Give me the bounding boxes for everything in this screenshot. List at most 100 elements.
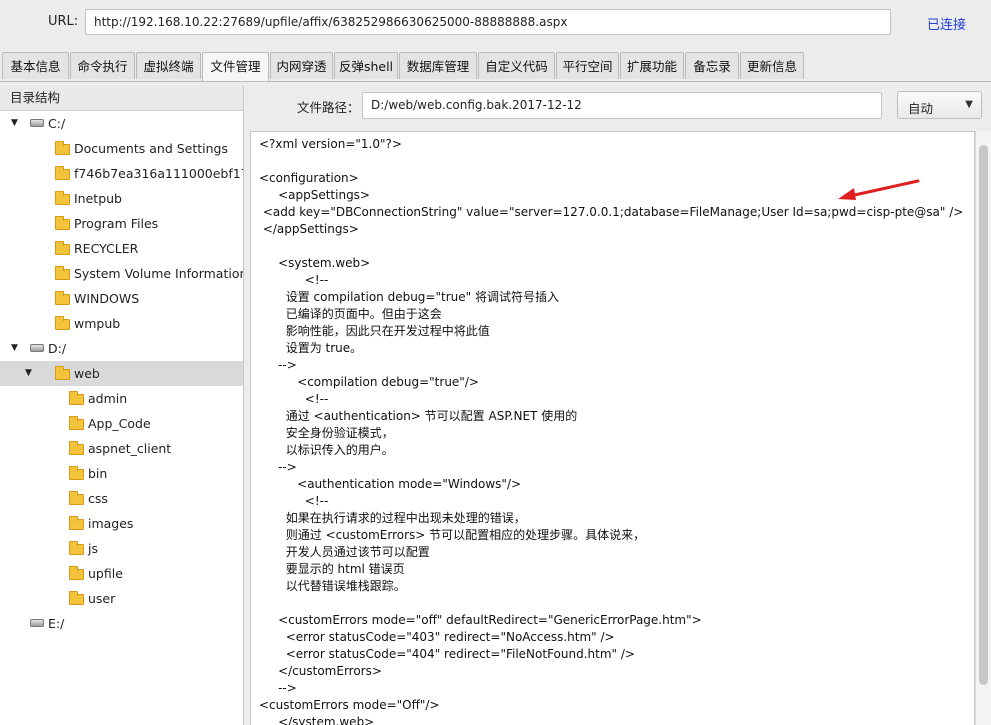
folder-icon	[55, 266, 70, 280]
code-line: 要显示的 html 错误页	[259, 562, 405, 576]
tree-item[interactable]: WINDOWS	[0, 286, 243, 311]
tab-item[interactable]: 文件管理	[202, 52, 269, 81]
folder-icon	[69, 416, 84, 430]
tree-item[interactable]: admin	[0, 386, 243, 411]
code-line: </appSettings>	[259, 222, 359, 236]
code-line: <?xml version="1.0"?>	[259, 137, 402, 151]
tree-item[interactable]: RECYCLER	[0, 236, 243, 261]
tree-item[interactable]: Documents and Settings	[0, 136, 243, 161]
tree-item[interactable]: js	[0, 536, 243, 561]
tree-item-label: f746b7ea316a111000ebf17b1f07	[74, 166, 243, 181]
code-line: 如果在执行请求的过程中出现未处理的错误，	[259, 511, 526, 525]
code-line: -->	[259, 358, 297, 372]
tree-item-label: WINDOWS	[74, 291, 140, 306]
scrollbar-thumb[interactable]	[979, 145, 988, 685]
code-line: 设置为 true。	[259, 341, 363, 355]
tree-item-label: App_Code	[88, 416, 151, 431]
tree-item-label: RECYCLER	[74, 241, 139, 256]
tab-bar: 基本信息 命令执行 虚拟终端 文件管理 内网穿透 反弹shell 数据库管理 自定义代码 平行空…	[0, 52, 991, 82]
tab-item[interactable]: 自定义代码	[478, 52, 555, 79]
folder-icon	[55, 316, 70, 330]
folder-icon	[55, 141, 70, 155]
code-line: </customErrors>	[259, 664, 382, 678]
tab-item[interactable]: 扩展功能	[620, 52, 684, 79]
folder-icon	[69, 466, 84, 480]
tree-item[interactable]: Inetpub	[0, 186, 243, 211]
tab-item[interactable]: 命令执行	[70, 52, 135, 79]
tree-item[interactable]: css	[0, 486, 243, 511]
tab-item[interactable]: 数据库管理	[399, 52, 477, 79]
folder-icon	[69, 566, 84, 580]
encoding-select[interactable]: 自动 ▼	[897, 91, 982, 119]
tree-item[interactable]: ▼ web	[0, 361, 243, 386]
drive-icon	[30, 619, 44, 627]
code-line: -->	[259, 460, 297, 474]
tab-item[interactable]: 基本信息	[2, 52, 69, 79]
tree-item-label: web	[74, 366, 100, 381]
code-line: 通过 <authentication> 节可以配置 ASP.NET 使用的	[259, 409, 578, 423]
folder-icon	[69, 491, 84, 505]
directory-tree: ▼ C:/ Documents and Settings f746b7ea316a11…	[0, 111, 243, 636]
code-line: <system.web>	[259, 256, 371, 270]
tree-item-label: bin	[88, 466, 108, 481]
code-line: 安全身份验证模式，	[259, 426, 394, 440]
tab-item[interactable]: 平行空间	[556, 52, 619, 79]
file-path-input[interactable]	[362, 92, 882, 119]
tree-item[interactable]: ▼ D:/	[0, 336, 243, 361]
tree-item[interactable]: images	[0, 511, 243, 536]
folder-icon	[69, 516, 84, 530]
code-line: 影响性能，因此只在开发过程中将此值	[259, 324, 490, 338]
encoding-value: 自动	[908, 101, 934, 116]
code-line: <!--	[259, 392, 329, 406]
tree-item[interactable]: E:/	[0, 611, 243, 636]
code-line: <customErrors mode="off" defaultRedirect…	[259, 613, 702, 627]
code-line: <customErrors mode="Off"/>	[259, 698, 440, 712]
code-line: 则通过 <customErrors> 节可以配置相应的处理步骤。具体说来，	[259, 528, 646, 542]
tree-item-label: upfile	[88, 566, 123, 581]
tab-item[interactable]: 虚拟终端	[136, 52, 201, 79]
expand-arrow-icon[interactable]: ▼	[25, 361, 32, 386]
tab-item[interactable]: 备忘录	[685, 52, 739, 79]
tab-item[interactable]: 反弹shell	[334, 52, 398, 79]
editor-scrollbar[interactable]	[975, 131, 991, 725]
tree-item[interactable]: user	[0, 586, 243, 611]
tree-item-label: System Volume Information	[74, 266, 244, 281]
drive-icon	[30, 119, 44, 127]
folder-icon	[55, 191, 70, 205]
connection-status: 已连接	[927, 18, 967, 33]
tree-item[interactable]: upfile	[0, 561, 243, 586]
tab-item[interactable]: 更新信息	[740, 52, 804, 79]
tree-item-label: js	[88, 541, 98, 556]
code-line: <compilation debug="true"/>	[259, 375, 479, 389]
code-line: <!--	[259, 494, 329, 508]
tree-item[interactable]: ▼ C:/	[0, 111, 243, 136]
tree-item[interactable]: bin	[0, 461, 243, 486]
code-line: 已编译的页面中。但由于这会	[259, 307, 442, 321]
code-line: <error statusCode="404" redirect="FileNo…	[259, 647, 635, 661]
code-line: <authentication mode="Windows"/>	[259, 477, 522, 491]
tree-item[interactable]: f746b7ea316a111000ebf17b1f07	[0, 161, 243, 186]
expand-arrow-icon[interactable]: ▼	[11, 111, 18, 136]
expand-arrow-icon[interactable]: ▼	[11, 336, 18, 361]
tree-item[interactable]: wmpub	[0, 311, 243, 336]
tree-item-label: css	[88, 491, 108, 506]
file-path-label: 文件路径：	[297, 100, 360, 115]
tree-item-label: admin	[88, 391, 128, 406]
tree-item-label: aspnet_client	[88, 441, 172, 456]
tab-item[interactable]: 内网穿透	[270, 52, 333, 79]
tree-item[interactable]: App_Code	[0, 411, 243, 436]
tree-item[interactable]: aspnet_client	[0, 436, 243, 461]
url-input[interactable]	[85, 9, 891, 35]
chevron-down-icon: ▼	[965, 99, 973, 110]
folder-icon	[55, 166, 70, 180]
tree-item[interactable]: System Volume Information	[0, 261, 243, 286]
url-label: URL:	[48, 14, 79, 29]
folder-icon	[55, 291, 70, 305]
code-line: <add key="DBConnectionString" value="ser…	[259, 205, 964, 219]
code-line: </system.web>	[259, 715, 375, 725]
file-content-editor[interactable]: <?xml version="1.0"?> <configuration> <ap…	[250, 131, 975, 725]
code-line: 开发人员通过该节可以配置	[259, 545, 430, 559]
tree-item[interactable]: Program Files	[0, 211, 243, 236]
folder-icon	[69, 591, 84, 605]
code-line: <error statusCode="403" redirect="NoAcce…	[259, 630, 615, 644]
